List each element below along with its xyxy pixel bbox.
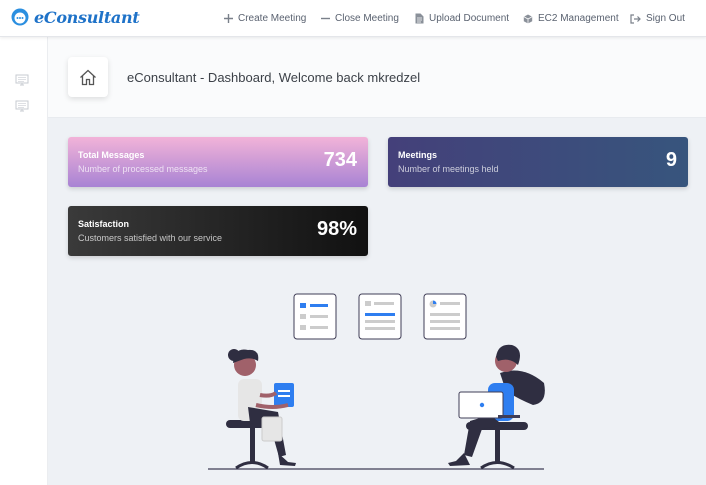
stat-card-meetings: Meetings Number of meetings held 9	[388, 137, 688, 187]
nav-label: Create Meeting	[238, 13, 307, 24]
nav-upload-document[interactable]: Upload Document	[415, 0, 509, 37]
brand-logo[interactable]: eConsultant	[10, 5, 140, 29]
top-navbar: eConsultant Create Meeting Close Meeting…	[0, 0, 706, 37]
nav-ec2-management[interactable]: EC2 Management	[523, 0, 619, 37]
person-with-document	[226, 349, 296, 470]
home-icon	[80, 69, 96, 85]
card-title: Total Messages	[78, 150, 145, 160]
page-title: eConsultant - Dashboard, Welcome back mk…	[127, 70, 421, 85]
doc-card-icon	[358, 293, 402, 340]
nav-label: Upload Document	[429, 13, 510, 24]
person-with-laptop	[448, 344, 545, 470]
chat-cloud-icon	[11, 8, 29, 26]
nav-label: EC2 Management	[538, 13, 619, 24]
nav-sign-out[interactable]: Sign Out	[630, 0, 685, 37]
cube-icon	[523, 14, 533, 24]
stat-card-satisfaction: Satisfaction Customers satisfied with ou…	[68, 206, 368, 256]
monitor-icon	[15, 74, 29, 86]
nav-close-meeting[interactable]: Close Meeting	[321, 0, 399, 37]
page-header: eConsultant - Dashboard, Welcome back mk…	[48, 37, 706, 118]
card-subtitle: Number of meetings held	[398, 164, 499, 174]
card-subtitle: Customers satisfied with our service	[78, 233, 223, 243]
monitor-icon	[15, 100, 29, 112]
doc-card-icon	[423, 293, 467, 340]
nav-label: Sign Out	[646, 13, 685, 24]
plus-icon	[224, 14, 233, 23]
brand-name: eConsultant	[34, 7, 140, 27]
file-icon	[415, 13, 424, 24]
card-value: 734	[323, 149, 357, 171]
home-button[interactable]	[68, 57, 108, 97]
sidebar-item-dashboard[interactable]	[15, 73, 29, 86]
sidebar-item-monitor[interactable]	[15, 99, 29, 112]
meeting-illustration	[208, 293, 545, 470]
main-content: eConsultant - Dashboard, Welcome back mk…	[48, 37, 706, 485]
sign-out-icon	[630, 13, 641, 24]
card-title: Satisfaction	[78, 219, 130, 229]
doc-card-icon	[293, 293, 337, 340]
card-subtitle: Number of processed messages	[78, 164, 208, 174]
minus-icon	[321, 14, 330, 23]
nav-create-meeting[interactable]: Create Meeting	[224, 0, 306, 37]
card-value: 9	[665, 149, 677, 171]
nav-label: Close Meeting	[335, 13, 399, 24]
card-title: Meetings	[398, 150, 438, 160]
sidebar	[0, 37, 48, 485]
stat-card-total-messages: Total Messages Number of processed messa…	[68, 137, 368, 187]
card-value: 98%	[316, 218, 357, 240]
